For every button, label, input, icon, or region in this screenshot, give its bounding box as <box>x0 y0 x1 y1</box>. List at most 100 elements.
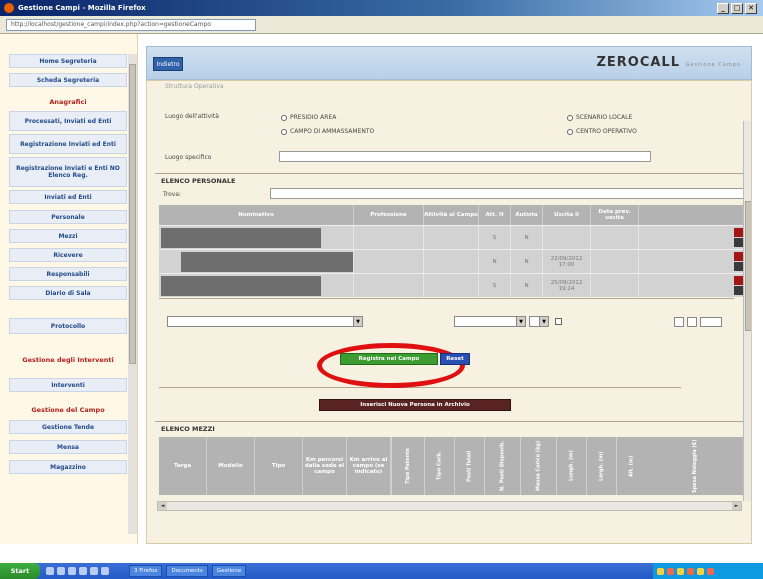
scroll-right-icon[interactable]: ► <box>732 502 741 510</box>
col-spesa-noleggio: Spesa Noleggio (€) <box>692 439 698 493</box>
hours-select[interactable]: ▼ <box>529 316 549 327</box>
date-month-input[interactable] <box>687 317 697 327</box>
minimize-button[interactable]: _ <box>717 2 729 14</box>
sidebar-item-scheda[interactable]: Scheda Segreteria <box>9 73 127 87</box>
quick-launch-icon[interactable] <box>79 567 87 575</box>
personnel-table: Nominativo Professione Attività al Campo… <box>159 205 744 297</box>
url-input[interactable]: http://localhost/gestione_campi/index.ph… <box>6 18 256 31</box>
chevron-down-icon: ▼ <box>516 317 525 326</box>
scroll-left-icon[interactable]: ◄ <box>158 502 167 510</box>
cell-professione <box>354 274 424 297</box>
person-select[interactable]: ▼ <box>167 316 363 327</box>
sidebar-item-interventi[interactable]: Interventi <box>9 378 127 392</box>
col-modello: Modello <box>207 437 255 495</box>
col-lunghezza: Lungh. (m) <box>556 437 586 495</box>
activity-select[interactable]: ▼ <box>454 316 526 327</box>
redaction-block <box>161 228 321 248</box>
col-professione: Professione <box>354 205 424 225</box>
sidebar-item-registrazione[interactable]: Registrazione Inviati ed Enti <box>9 134 127 154</box>
sidebar-item-personale[interactable]: Personale <box>9 210 127 224</box>
sidebar-item-tende[interactable]: Gestione Tende <box>9 420 127 434</box>
cell-autista: N <box>511 250 543 273</box>
vehicles-table-header: Targa Modello Tipo Km percorsi dalla sed… <box>159 437 744 495</box>
sidebar-item-mensa[interactable]: Mensa <box>9 440 127 454</box>
divider <box>155 421 745 422</box>
taskbar-item-firefox[interactable]: 3 Firefox <box>129 565 163 577</box>
specific-place-input[interactable] <box>279 151 651 162</box>
radio-presidio-label: PRESIDIO AREA <box>290 114 337 121</box>
personnel-search-input[interactable] <box>270 188 745 199</box>
tray-icon[interactable] <box>657 567 664 575</box>
content-scrollbar-thumb[interactable] <box>745 201 751 331</box>
table-row[interactable]: N N 22/09/2012 17:00 <box>159 249 744 273</box>
radio-scenario-label: SCENARIO LOCALE <box>576 114 633 121</box>
cell-att-h: N <box>479 250 511 273</box>
chevron-down-icon: ▼ <box>353 317 362 326</box>
sidebar-item-processati[interactable]: Processati, Inviati ed Enti <box>9 111 127 131</box>
sidebar-item-responsabili[interactable]: Responsabili <box>9 267 127 281</box>
quick-launch <box>46 567 109 575</box>
date-year-input[interactable] <box>700 317 722 327</box>
maximize-button[interactable]: □ <box>731 2 743 14</box>
table-row[interactable]: S N <box>159 225 744 249</box>
sidebar-item-magazzino[interactable]: Magazzino <box>9 460 127 474</box>
sidebar-item-inviati[interactable]: Inviati ed Enti <box>9 190 127 204</box>
zerocall-logo: ZEROCALL Gestione Campo <box>596 55 741 70</box>
date-day-input[interactable] <box>674 317 684 327</box>
col-massa-carico: Massa Carico (kg) <box>520 437 556 495</box>
back-button[interactable]: Indietro <box>153 57 183 71</box>
location-label: Luogo dell'attività <box>165 113 219 120</box>
col-attivita: Attività al Campo <box>424 205 479 225</box>
driver-checkbox[interactable] <box>555 318 562 325</box>
col-larghezza: Largh. (m) <box>586 437 616 495</box>
cell-attivita <box>424 274 479 297</box>
radio-scenario[interactable] <box>567 115 573 121</box>
sidebar-item-mezzi[interactable]: Mezzi <box>9 229 127 243</box>
logo-subtitle: Gestione Campo <box>685 62 741 68</box>
register-in-camp-button[interactable]: Registra nel Campo <box>340 353 438 365</box>
tray-icon[interactable] <box>707 567 714 575</box>
tray-icon[interactable] <box>687 567 694 575</box>
sidebar-item-ricevere[interactable]: Ricevere <box>9 248 127 262</box>
radio-centro[interactable] <box>567 129 573 135</box>
personnel-search-label: Trova: <box>163 191 182 198</box>
reset-button[interactable]: Reset <box>440 353 470 365</box>
radio-centro-label: CENTRO OPERATIVO <box>576 128 637 135</box>
taskbar-item-gestione[interactable]: Gestione <box>211 565 247 577</box>
quick-launch-icon[interactable] <box>46 567 54 575</box>
quick-launch-icon[interactable] <box>68 567 76 575</box>
tray-icon[interactable] <box>677 567 684 575</box>
firefox-icon <box>4 3 14 13</box>
horizontal-scrollbar[interactable]: ◄ ► <box>157 501 742 511</box>
col-actions <box>639 205 744 225</box>
sidebar-scrollbar[interactable] <box>128 54 137 534</box>
col-uscita: Uscita il <box>543 205 591 225</box>
radio-ammassamento[interactable] <box>281 129 287 135</box>
content-scrollbar[interactable] <box>743 121 751 501</box>
cell-att-h: S <box>479 226 511 249</box>
taskbar-item-documents[interactable]: Documents <box>166 565 208 577</box>
sidebar-section-interventi: Gestione degli Interventi <box>22 356 114 364</box>
sidebar-item-diario[interactable]: Diario di Sala <box>9 286 127 300</box>
sidebar-item-registrazione-no-elenco[interactable]: Registrazione Inviati e Enti NO Elenco R… <box>9 157 127 187</box>
cell-data-prev <box>591 226 639 249</box>
sidebar-item-home[interactable]: Home Segreteria <box>9 54 127 68</box>
vehicles-section-title: ELENCO MEZZI <box>161 425 215 433</box>
quick-launch-icon[interactable] <box>57 567 65 575</box>
tray-icon[interactable] <box>697 567 704 575</box>
tray-icon[interactable] <box>667 567 674 575</box>
radio-presidio[interactable] <box>281 115 287 121</box>
truncated-label: Struttura Operativa <box>165 83 224 90</box>
quick-launch-icon[interactable] <box>90 567 98 575</box>
sidebar-item-protocollo[interactable]: Protocollo <box>9 318 127 334</box>
cell-att-h: S <box>479 274 511 297</box>
start-button[interactable]: Start <box>0 563 40 579</box>
table-row[interactable]: S N 25/09/2012 19:14 <box>159 273 744 297</box>
quick-launch-icon[interactable] <box>101 567 109 575</box>
main-panel: Indietro ZEROCALL Gestione Campo Struttu… <box>140 34 763 544</box>
sidebar-scrollbar-thumb[interactable] <box>129 64 136 364</box>
new-person-archive-button[interactable]: Inserisci Nuova Persona in Archivio <box>319 399 511 411</box>
close-button[interactable]: ✕ <box>745 2 757 14</box>
chevron-down-icon: ▼ <box>539 317 548 326</box>
window-titlebar: Gestione Campi - Mozilla Firefox _ □ ✕ <box>0 0 763 16</box>
